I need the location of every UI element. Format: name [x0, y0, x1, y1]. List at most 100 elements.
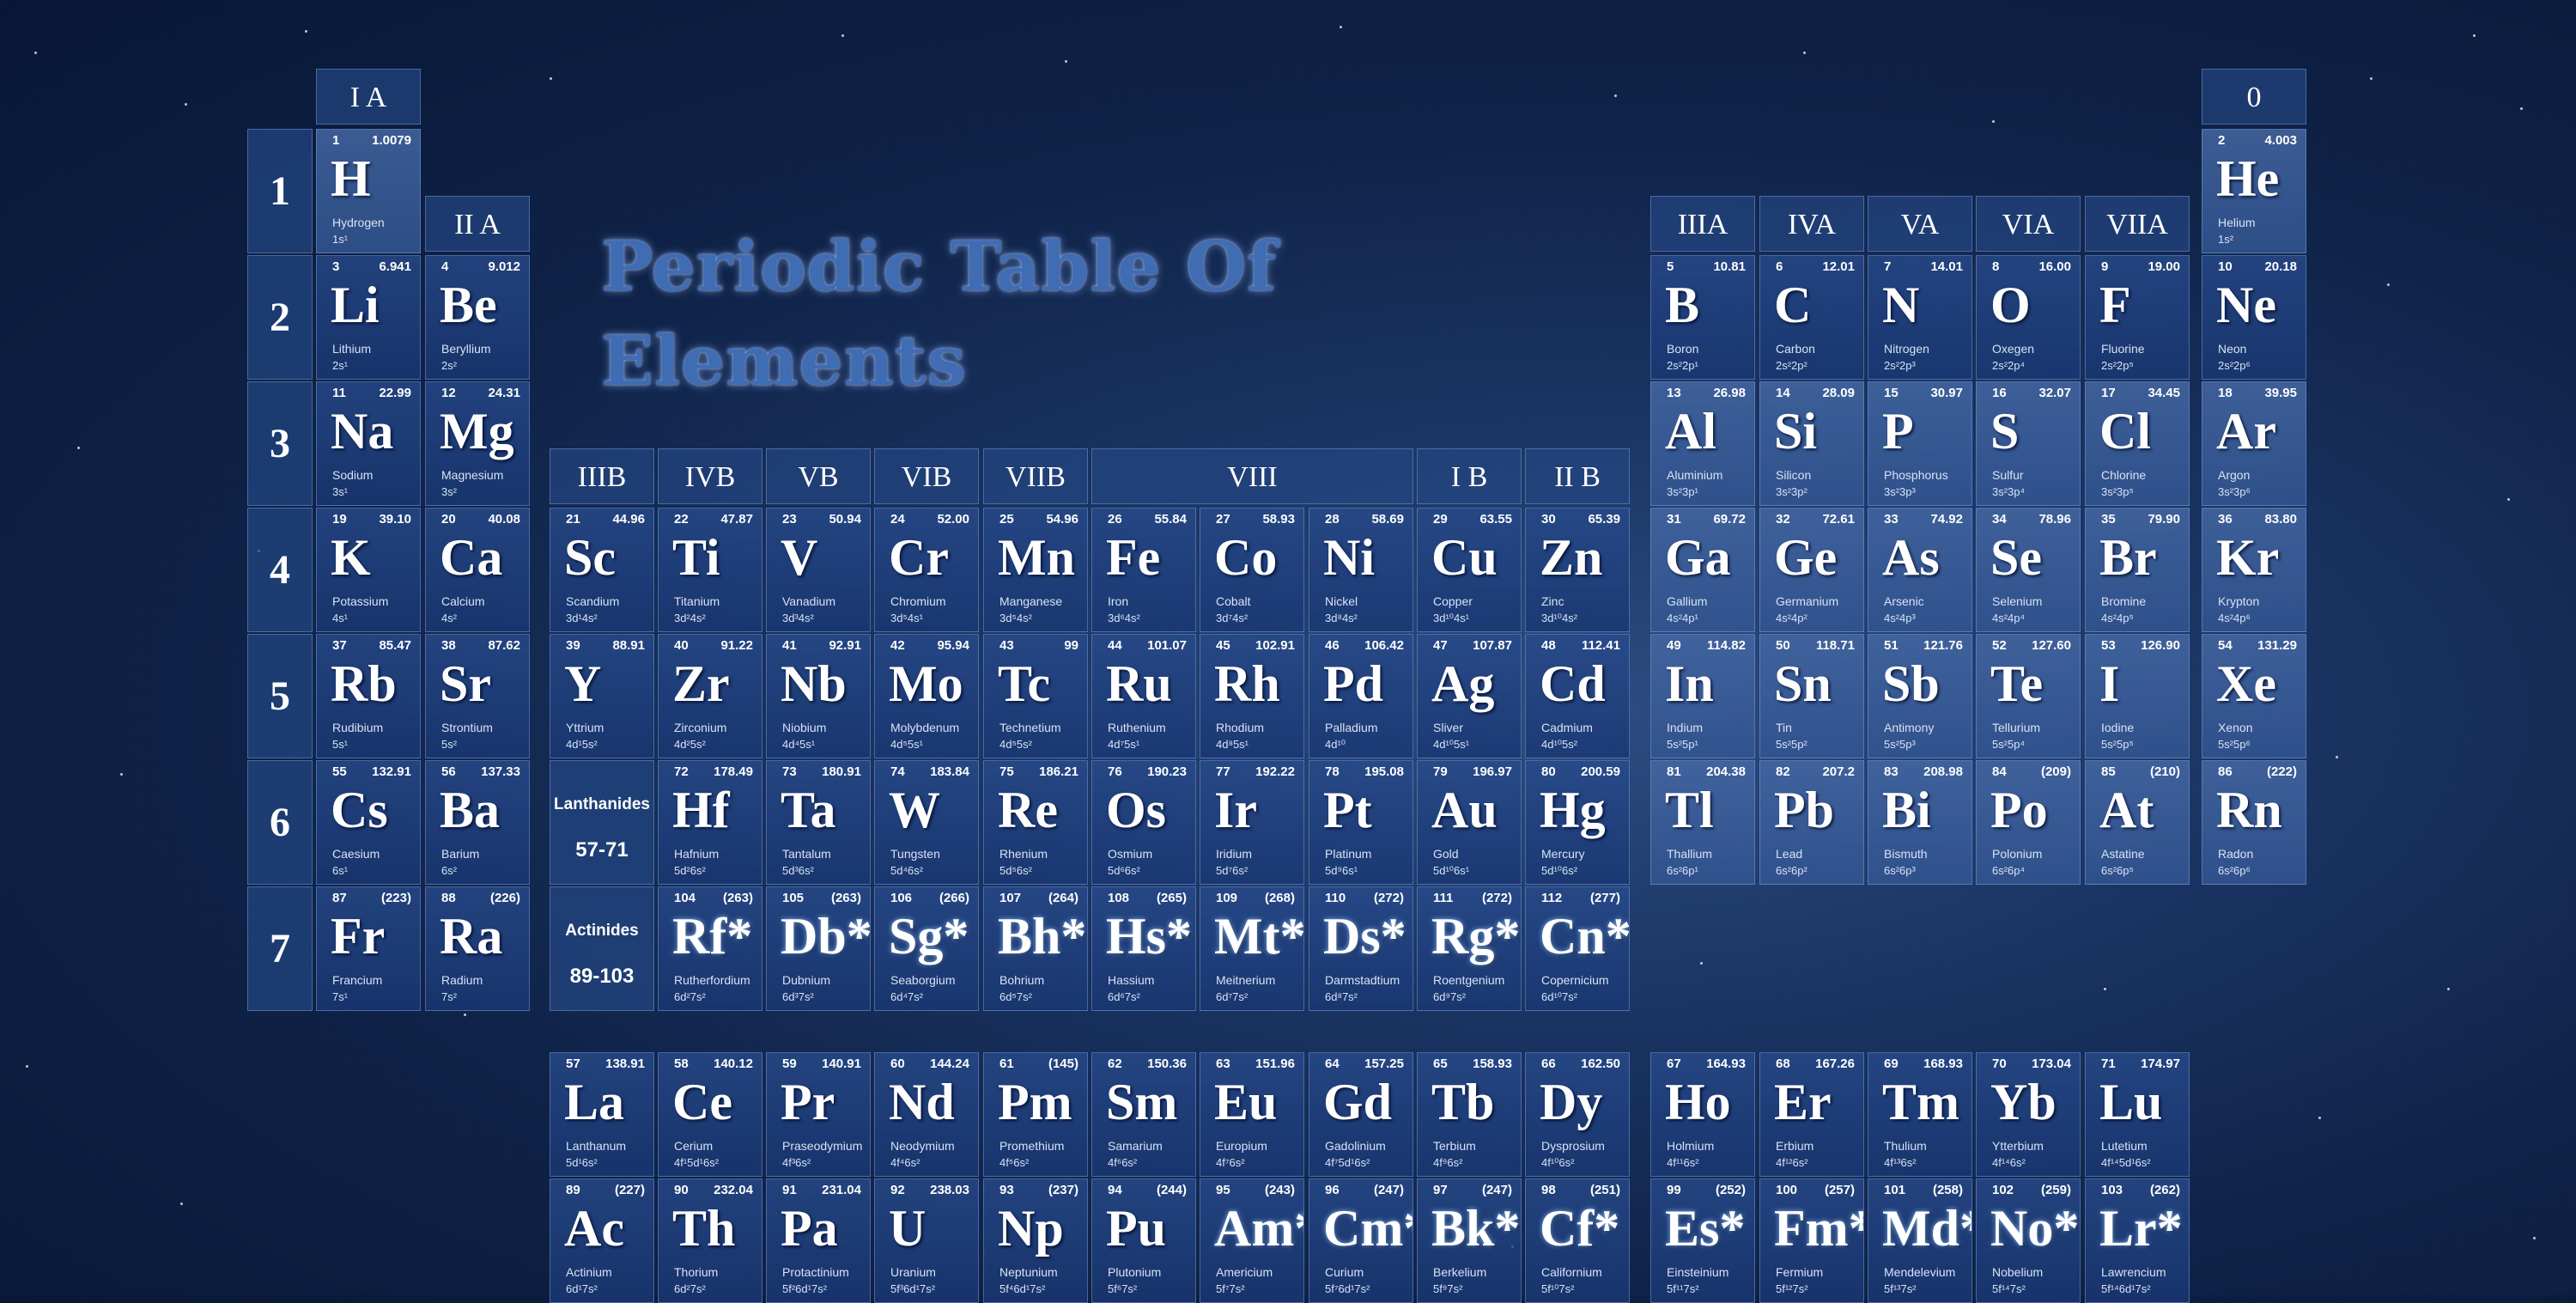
element-cell: 7 14.01 N Nitrogen 2s²2p³	[1868, 255, 1972, 380]
atomic-mass: 102.91	[1255, 638, 1295, 653]
element-cell: 78 195.08 Pt Platinum 5d⁹6s¹	[1309, 760, 1413, 885]
atomic-mass: (262)	[2149, 1183, 2180, 1197]
element-name: Niobium	[782, 721, 827, 734]
element-cell: 86 (222) Rn Radon 6s²6p⁶	[2202, 760, 2306, 885]
electron-configuration: 5f⁷6d¹7s²	[1325, 1282, 1370, 1295]
element-cell: 19 39.10 K Potassium 4s¹	[316, 508, 421, 632]
element-symbol: Pa	[781, 1200, 838, 1257]
electron-configuration: 5f¹¹7s²	[1667, 1282, 1699, 1295]
atomic-number: 4	[441, 259, 449, 274]
atomic-number: 46	[1325, 638, 1340, 653]
electron-configuration: 6s²6p⁶	[2218, 864, 2251, 877]
electron-configuration: 4f¹⁴6s²	[1992, 1156, 2026, 1169]
element-cell: 38 87.62 Sr Strontium 5s²	[425, 634, 530, 758]
atomic-mass: 232.04	[714, 1183, 753, 1197]
element-cell: 104 (263) Rf* Rutherfordium 6d²7s²	[658, 886, 762, 1011]
element-cell: 89 (227) Ac Actinium 6d¹7s²	[550, 1178, 654, 1303]
electron-configuration: 5s²5p⁶	[2218, 738, 2251, 751]
atomic-mass: 10.81	[1713, 259, 1746, 274]
electron-configuration: 4f⁶6s²	[1108, 1156, 1138, 1169]
element-symbol: Pu	[1106, 1200, 1167, 1257]
atomic-number: 10	[2218, 259, 2233, 274]
series-name: Actinides	[565, 922, 639, 940]
element-name: Tin	[1776, 721, 1792, 734]
atomic-mass: 173.04	[2032, 1056, 2071, 1071]
electron-configuration: 5d⁷6s²	[1216, 864, 1249, 877]
element-symbol: Pd	[1323, 655, 1384, 712]
electron-configuration: 5s¹	[332, 738, 349, 751]
atomic-mass: (247)	[1481, 1183, 1512, 1197]
electron-configuration: 3s²3p²	[1776, 485, 1807, 498]
electron-configuration: 3s²3p⁶	[2218, 485, 2251, 498]
electron-configuration: 6d⁴7s²	[890, 990, 924, 1003]
atomic-number: 81	[1667, 764, 1681, 779]
element-cell: 12 24.31 Mg Magnesium 3s²	[425, 381, 530, 506]
atomic-number: 98	[1541, 1183, 1556, 1197]
element-name: Sulfur	[1992, 468, 2024, 482]
atomic-number: 71	[2101, 1056, 2116, 1071]
atomic-number: 30	[1541, 512, 1556, 527]
electron-configuration: 5d⁹6s¹	[1325, 864, 1358, 877]
element-cell: 53 126.90 I Iodine 5s²5p⁵	[2085, 634, 2190, 758]
atomic-number: 90	[674, 1183, 689, 1197]
atomic-number: 88	[441, 891, 456, 905]
element-name: Potassium	[332, 594, 389, 608]
atomic-number: 56	[441, 764, 456, 779]
element-symbol: Cu	[1431, 529, 1498, 586]
atomic-mass: (257)	[1824, 1183, 1855, 1197]
element-name: Lutetium	[2101, 1139, 2148, 1153]
period-number: 5	[247, 634, 313, 758]
atomic-mass: (251)	[1589, 1183, 1620, 1197]
element-cell: 40 91.22 Zr Zirconium 4d²5s²	[658, 634, 762, 758]
electron-configuration: 6s²6p⁴	[1992, 864, 2026, 877]
electron-configuration: 5d⁴6s²	[890, 864, 924, 877]
element-symbol: Sc	[564, 529, 616, 586]
atomic-mass: 58.69	[1371, 512, 1404, 527]
element-cell: 61 (145) Pm Promethium 4f⁵6s²	[983, 1052, 1088, 1177]
group-header: VIII	[1091, 448, 1413, 504]
electron-configuration: 4f¹¹6s²	[1667, 1156, 1699, 1169]
electron-configuration: 7s²	[441, 990, 458, 1003]
element-cell: 57 138.91 La Lanthanum 5d¹6s²	[550, 1052, 654, 1177]
atomic-number: 47	[1433, 638, 1448, 653]
element-symbol: B	[1665, 277, 1700, 333]
atomic-mass: 99	[1064, 638, 1078, 653]
electron-configuration: 4f⁵6s²	[999, 1156, 1030, 1169]
group-header: I A	[316, 69, 421, 125]
element-name: Sodium	[332, 468, 374, 482]
element-name: Cadmium	[1541, 721, 1593, 734]
atomic-mass: 50.94	[829, 512, 861, 527]
element-cell: 87 (223) Fr Francium 7s¹	[316, 886, 421, 1011]
electron-configuration: 5d⁵6s²	[999, 864, 1032, 877]
electron-configuration: 4s²4p⁶	[2218, 612, 2251, 624]
atomic-mass: (210)	[2149, 764, 2180, 779]
electron-configuration: 2s¹	[332, 359, 349, 372]
electron-configuration: 5s²5p¹	[1667, 738, 1698, 751]
element-name: Lanthanum	[566, 1139, 627, 1153]
element-symbol: Ti	[672, 529, 720, 586]
element-name: Molybdenum	[890, 721, 960, 734]
element-symbol: Lr*	[2099, 1200, 2183, 1257]
element-cell: 43 99 Tc Technetium 4d⁵5s²	[983, 634, 1088, 758]
atomic-mass: 180.91	[822, 764, 861, 779]
electron-configuration: 5d²6s²	[674, 864, 706, 877]
atomic-number: 66	[1541, 1056, 1556, 1071]
element-symbol: W	[889, 782, 940, 838]
element-cell: 77 192.22 Ir Iridium 5d⁷6s²	[1200, 760, 1304, 885]
element-cell: 26 55.84 Fe Iron 3d⁶4s²	[1091, 508, 1196, 632]
element-symbol: S	[1990, 403, 2020, 460]
element-symbol: Cn*	[1540, 908, 1630, 965]
element-name: Einsteinium	[1667, 1265, 1729, 1279]
element-name: Zinc	[1541, 594, 1564, 608]
element-symbol: H	[331, 150, 371, 207]
atomic-number: 107	[999, 891, 1022, 905]
element-name: Carbon	[1776, 342, 1815, 356]
atomic-number: 25	[999, 512, 1014, 527]
element-name: Bromine	[2101, 594, 2147, 608]
electron-configuration: 4f⁷5d¹6s²	[1325, 1156, 1370, 1169]
element-symbol: La	[564, 1074, 625, 1130]
page-title: Periodic Table Of Elements	[601, 226, 1278, 401]
electron-configuration: 3d⁶4s²	[1108, 612, 1140, 624]
electron-configuration: 4s²4p²	[1776, 612, 1807, 624]
atomic-number: 101	[1884, 1183, 1906, 1197]
